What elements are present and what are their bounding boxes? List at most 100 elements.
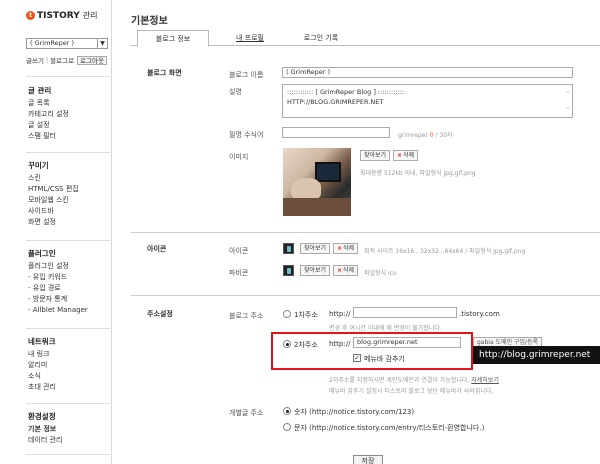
post-address-number-label: 숫자 (http://notice.tistory.com/123) xyxy=(294,408,415,416)
primary-address-suffix: .tistory.com xyxy=(459,310,500,318)
chevron-down-icon[interactable]: ▼ xyxy=(97,39,107,48)
favicon-hint: 파일형식 ico xyxy=(364,270,397,277)
section-label-blog-screen: 블로그 화면 xyxy=(147,69,182,77)
scroll-up-icon[interactable]: ︿ xyxy=(565,87,570,97)
blog-icon-thumbnail xyxy=(283,243,294,254)
favicon-delete-button[interactable]: ×삭제 xyxy=(333,265,359,276)
icon-delete-button[interactable]: ×삭제 xyxy=(333,243,359,254)
blog-name-input[interactable]: ( GrimReper ) xyxy=(282,67,573,78)
http-prefix: http:// xyxy=(329,310,351,318)
sidebar-item-category[interactable]: 카테고리 설정 xyxy=(28,109,69,120)
sidebar-item-plugin-settings[interactable]: 플러그인 설정 xyxy=(28,261,88,272)
photo-monitor xyxy=(315,162,341,182)
primary-address-note: 변경 후 여시간 이내에 재 변경이 불가합니다. xyxy=(329,325,442,332)
sidebar-item-inflow-path[interactable]: - 유입 경로 xyxy=(28,283,88,294)
sidebar-item-basic-info[interactable]: 기본 정보 xyxy=(28,424,62,435)
secondary-address-note: 2차주소를 지정하시면 개인도메인과 연결이 가능합니다. 자세히보기 xyxy=(329,375,499,384)
details-link[interactable]: 자세히보기 xyxy=(471,377,499,384)
section-label-icons: 아이콘 xyxy=(147,245,167,253)
primary-address-radio[interactable] xyxy=(283,310,291,318)
sidebar-section-title[interactable]: 꾸미기 xyxy=(28,160,79,171)
post-address-text-label: 문자 (http://notice.tistory.com/entry/티스토리… xyxy=(294,424,485,432)
sidebar-item-skin[interactable]: 스킨 xyxy=(28,173,79,184)
sidebar-section-title[interactable]: 플러그인 xyxy=(28,248,88,259)
sidebar-item-allblet-manager[interactable]: - Allblet Manager xyxy=(28,305,88,316)
primary-address-input[interactable] xyxy=(353,307,457,318)
delete-label: 삭제 xyxy=(403,152,415,159)
tistory-logo[interactable]: t TISTORY 관리 xyxy=(26,10,97,21)
image-find-button[interactable]: 찾아보기 xyxy=(360,150,391,161)
logo-sub-text: 관리 xyxy=(82,11,98,20)
tab-blog-info[interactable]: 블로그 정보 xyxy=(137,30,209,47)
sidebar-item-visitor-stats[interactable]: - 방문자 통계 xyxy=(28,294,88,305)
secondary-note-text: 2차주소를 지정하시면 개인도메인과 연결이 가능합니다. xyxy=(329,377,470,384)
sidebar-item-screen-settings[interactable]: 화면 설정 xyxy=(28,217,79,228)
icon-hint: 최적 사이즈 16x16 , 32x32 , 64x64 / 파일형식 jpg,… xyxy=(364,248,526,255)
scroll-down-icon[interactable]: ﹀ xyxy=(565,105,570,115)
section-label-address: 주소설정 xyxy=(147,310,173,318)
post-address-number-radio[interactable] xyxy=(283,407,291,415)
quick-links: 글쓰기 | 블로그로 로그아웃 xyxy=(26,55,110,65)
nickname-hint-name: grimreper xyxy=(398,132,428,139)
write-post-link[interactable]: 글쓰기 xyxy=(26,55,44,65)
sidebar-section-plugins: 플러그인 플러그인 설정 - 유입 키워드 - 유입 경로 - 방문자 통계 -… xyxy=(28,248,88,316)
image-hint: 최대용량 512kb 이내, 파일형식 jpg,gif,png xyxy=(360,170,476,177)
photo-desk xyxy=(283,198,351,216)
blog-select[interactable]: ( GrimReper ) ▼ xyxy=(26,38,108,49)
highlight-annotation xyxy=(271,332,473,370)
tab-login-history[interactable]: 로그인 기록 xyxy=(291,30,351,46)
go-to-blog-link[interactable]: 블로그로 xyxy=(50,55,74,65)
sidebar-item-sidebar[interactable]: 사이드바 xyxy=(28,206,79,217)
sidebar-section-title[interactable]: 글 관리 xyxy=(28,85,69,96)
sidebar-item-news[interactable]: 소식 xyxy=(28,371,56,382)
section-divider xyxy=(131,232,600,233)
description-line: HTTP://BLOG.GRIMREPER.NET xyxy=(287,98,384,106)
sidebar-item-my-links[interactable]: 내 링크 xyxy=(28,349,56,360)
nickname-hint: grimreper 0 / 30자 xyxy=(398,130,453,139)
icon-find-button[interactable]: 찾아보기 xyxy=(300,243,331,254)
sidebar-item-notifier[interactable]: 알리미 xyxy=(28,360,56,371)
tab-my-profile[interactable]: 내 프로필 xyxy=(223,30,277,46)
nickname-char-count: 0 xyxy=(429,132,434,139)
blog-select-value: ( GrimReper ) xyxy=(30,39,75,47)
logo-text: TISTORY xyxy=(37,10,80,21)
blog-address-label: 블로그 주소 xyxy=(229,312,264,320)
sidebar-item-data-management[interactable]: 데이터 관리 xyxy=(28,435,62,446)
save-button[interactable]: 저장 xyxy=(353,455,383,464)
nickname-char-max: / 30자 xyxy=(435,132,453,139)
sidebar-item-inflow-keywords[interactable]: - 유입 키워드 xyxy=(28,272,88,283)
logout-button[interactable]: 로그아웃 xyxy=(77,55,107,65)
watermark: http://blog.grimreper.net xyxy=(473,346,600,364)
sidebar-item-post-list[interactable]: 글 목록 xyxy=(28,98,69,109)
sidebar-divider xyxy=(26,240,110,241)
description-line: :::::::::::: [ GrimReper Blog ] ::::::::… xyxy=(287,88,405,96)
sidebar-section-title[interactable]: 네트워크 xyxy=(28,336,56,347)
sidebar-divider xyxy=(26,328,110,329)
blog-name-label: 블로그 이름 xyxy=(229,71,264,79)
post-address-text-radio[interactable] xyxy=(283,423,291,431)
sidebar-section-network: 네트워크 내 링크 알리미 소식 초대 관리 xyxy=(28,336,56,393)
nickname-modifier-input[interactable] xyxy=(282,127,390,138)
description-textarea[interactable]: :::::::::::: [ GrimReper Blog ] ::::::::… xyxy=(282,84,573,118)
sidebar-item-post-settings[interactable]: 글 설정 xyxy=(28,120,69,131)
sidebar-item-html-css[interactable]: HTML/CSS 편집 xyxy=(28,184,79,195)
tistory-logo-icon: t xyxy=(26,11,35,20)
sidebar-item-spam-filter[interactable]: 스팸 필터 xyxy=(28,131,69,142)
sidebar-section-posts: 글 관리 글 목록 카테고리 설정 글 설정 스팸 필터 xyxy=(28,85,69,142)
section-divider xyxy=(131,295,600,296)
sidebar-item-mobile-skin[interactable]: 모바일웹 스킨 xyxy=(28,195,79,206)
delete-label: 삭제 xyxy=(343,245,355,252)
post-address-label: 개별글 주소 xyxy=(229,409,264,417)
sidebar-item-invites[interactable]: 초대 관리 xyxy=(28,382,56,393)
tab-bar: 블로그 정보 내 프로필 로그인 기록 xyxy=(131,30,600,47)
main-content: 기본정보 블로그 정보 내 프로필 로그인 기록 블로그 화면 블로그 이름 (… xyxy=(113,0,600,464)
sidebar-section-title[interactable]: 환경설정 xyxy=(28,411,62,422)
favicon-thumbnail xyxy=(283,265,294,276)
sidebar-divider xyxy=(26,403,110,404)
image-delete-button[interactable]: ×삭제 xyxy=(393,150,419,161)
blog-profile-image xyxy=(283,148,351,216)
icon-label: 아이콘 xyxy=(229,247,249,255)
favicon-find-button[interactable]: 찾아보기 xyxy=(300,265,331,276)
page-title: 기본정보 xyxy=(131,16,168,27)
photo-cat xyxy=(291,178,321,200)
